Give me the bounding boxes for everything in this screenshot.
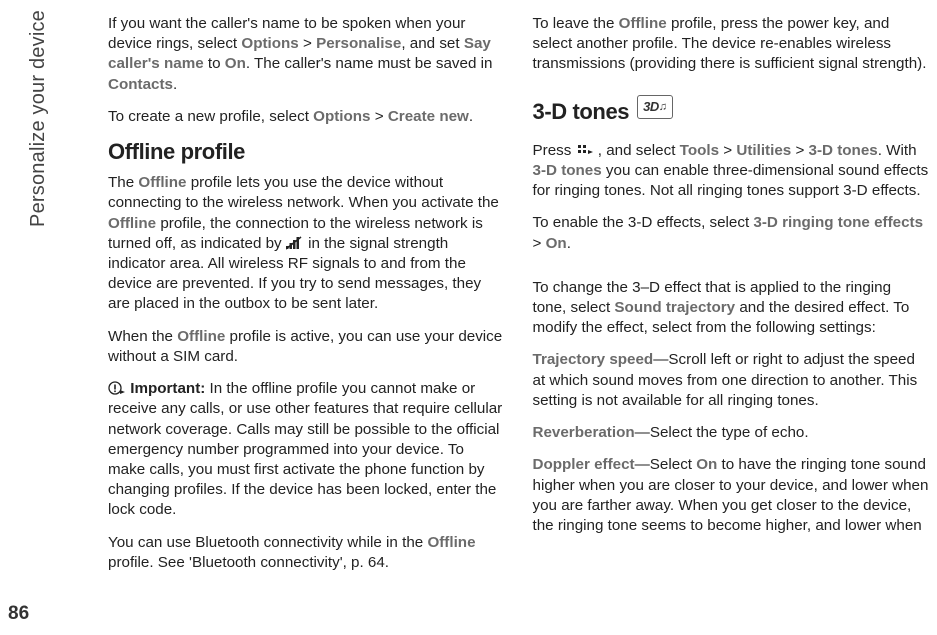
para-create-new: To create a new profile, select Options … — [108, 107, 505, 127]
ui-term: Trajectory speed — [533, 351, 654, 368]
text: . — [469, 108, 473, 125]
ui-term: Options — [241, 35, 298, 52]
text: In the offline profile you cannot make o… — [108, 380, 502, 518]
important-label: Important: — [130, 380, 205, 397]
text: , and set — [401, 35, 463, 52]
ui-term: Sound trajectory — [614, 299, 735, 316]
para-3d-change: To change the 3–D effect that is applied… — [533, 278, 930, 339]
para-trajectory-speed: Trajectory speed—Scroll left or right to… — [533, 350, 930, 411]
content-columns: If you want the caller's name to be spok… — [108, 14, 929, 585]
text: profile. See 'Bluetooth connectivity', p… — [108, 554, 389, 571]
text: > — [299, 35, 316, 52]
text: . — [567, 235, 571, 252]
signal-off-icon — [286, 236, 304, 250]
text: > — [719, 142, 736, 159]
three-d-icon: 3D♫ — [637, 95, 673, 119]
manual-page: Personalize your device 86 If you want t… — [0, 0, 937, 635]
ui-term: On — [225, 55, 246, 72]
ui-term: Offline — [619, 15, 667, 32]
ui-term: Utilities — [736, 142, 791, 159]
ui-term: Offline — [138, 174, 186, 191]
text: To create a new profile, select — [108, 108, 313, 125]
text: You can use Bluetooth connectivity while… — [108, 534, 427, 551]
ui-term: Contacts — [108, 76, 173, 93]
text: . The caller's name must be saved in — [246, 55, 493, 72]
text: > — [371, 108, 388, 125]
text: > — [533, 235, 546, 252]
para-3d-open: Press , and select Tools > Utilities > 3… — [533, 141, 930, 202]
para-offline-sim: When the Offline profile is active, you … — [108, 327, 505, 367]
ui-term: 3-D ringing tone effects — [753, 214, 923, 231]
text: The — [108, 174, 138, 191]
ui-term: Offline — [108, 215, 156, 232]
ui-term: On — [696, 456, 717, 473]
text: To enable the 3-D effects, select — [533, 214, 754, 231]
ui-term: 3-D tones — [809, 142, 878, 159]
ui-term: Personalise — [316, 35, 401, 52]
para-important: Important: In the offline profile you ca… — [108, 379, 505, 521]
ui-term: Offline — [177, 328, 225, 345]
ui-term: Tools — [680, 142, 719, 159]
text: , and select — [594, 142, 680, 159]
text: . With — [878, 142, 917, 159]
para-3d-enable: To enable the 3-D effects, select 3-D ri… — [533, 213, 930, 253]
ui-term: Doppler effect — [533, 456, 635, 473]
section-label: Personalize your device — [28, 10, 48, 227]
ui-term: 3-D tones — [533, 162, 602, 179]
para-reverberation: Reverberation—Select the type of echo. — [533, 423, 930, 443]
important-icon — [108, 381, 126, 395]
text: to — [204, 55, 225, 72]
heading-3d-tones: 3-D tones — [533, 99, 630, 125]
para-bluetooth: You can use Bluetooth connectivity while… — [108, 533, 505, 573]
para-doppler: Doppler effect—Select On to have the rin… — [533, 455, 930, 536]
text: > — [791, 142, 808, 159]
ui-term: Reverberation — [533, 424, 635, 441]
ui-term: Offline — [427, 534, 475, 551]
page-number: 86 — [8, 603, 29, 625]
column-right: To leave the Offline profile, press the … — [533, 14, 930, 585]
column-left: If you want the caller's name to be spok… — [108, 14, 505, 585]
text: To leave the — [533, 15, 619, 32]
three-d-icon-wave: ♫ — [659, 101, 667, 113]
text: —Select — [635, 456, 697, 473]
heading-3d-tones-group: 3-D tones 3D♫ — [533, 87, 930, 133]
para-offline-desc: The Offline profile lets you use the dev… — [108, 173, 505, 315]
three-d-icon-label: 3D — [643, 99, 659, 114]
text: When the — [108, 328, 177, 345]
ui-term: Create new — [388, 108, 469, 125]
text: —Select the type of echo. — [635, 424, 809, 441]
heading-offline-profile: Offline profile — [108, 139, 505, 165]
sidebar: Personalize your device 86 — [0, 0, 78, 635]
text: . — [173, 76, 177, 93]
ui-term: On — [546, 235, 567, 252]
para-leave-offline: To leave the Offline profile, press the … — [533, 14, 930, 75]
para-caller-name: If you want the caller's name to be spok… — [108, 14, 505, 95]
ui-term: Options — [313, 108, 370, 125]
menu-key-icon — [576, 143, 594, 157]
text: Press — [533, 142, 576, 159]
